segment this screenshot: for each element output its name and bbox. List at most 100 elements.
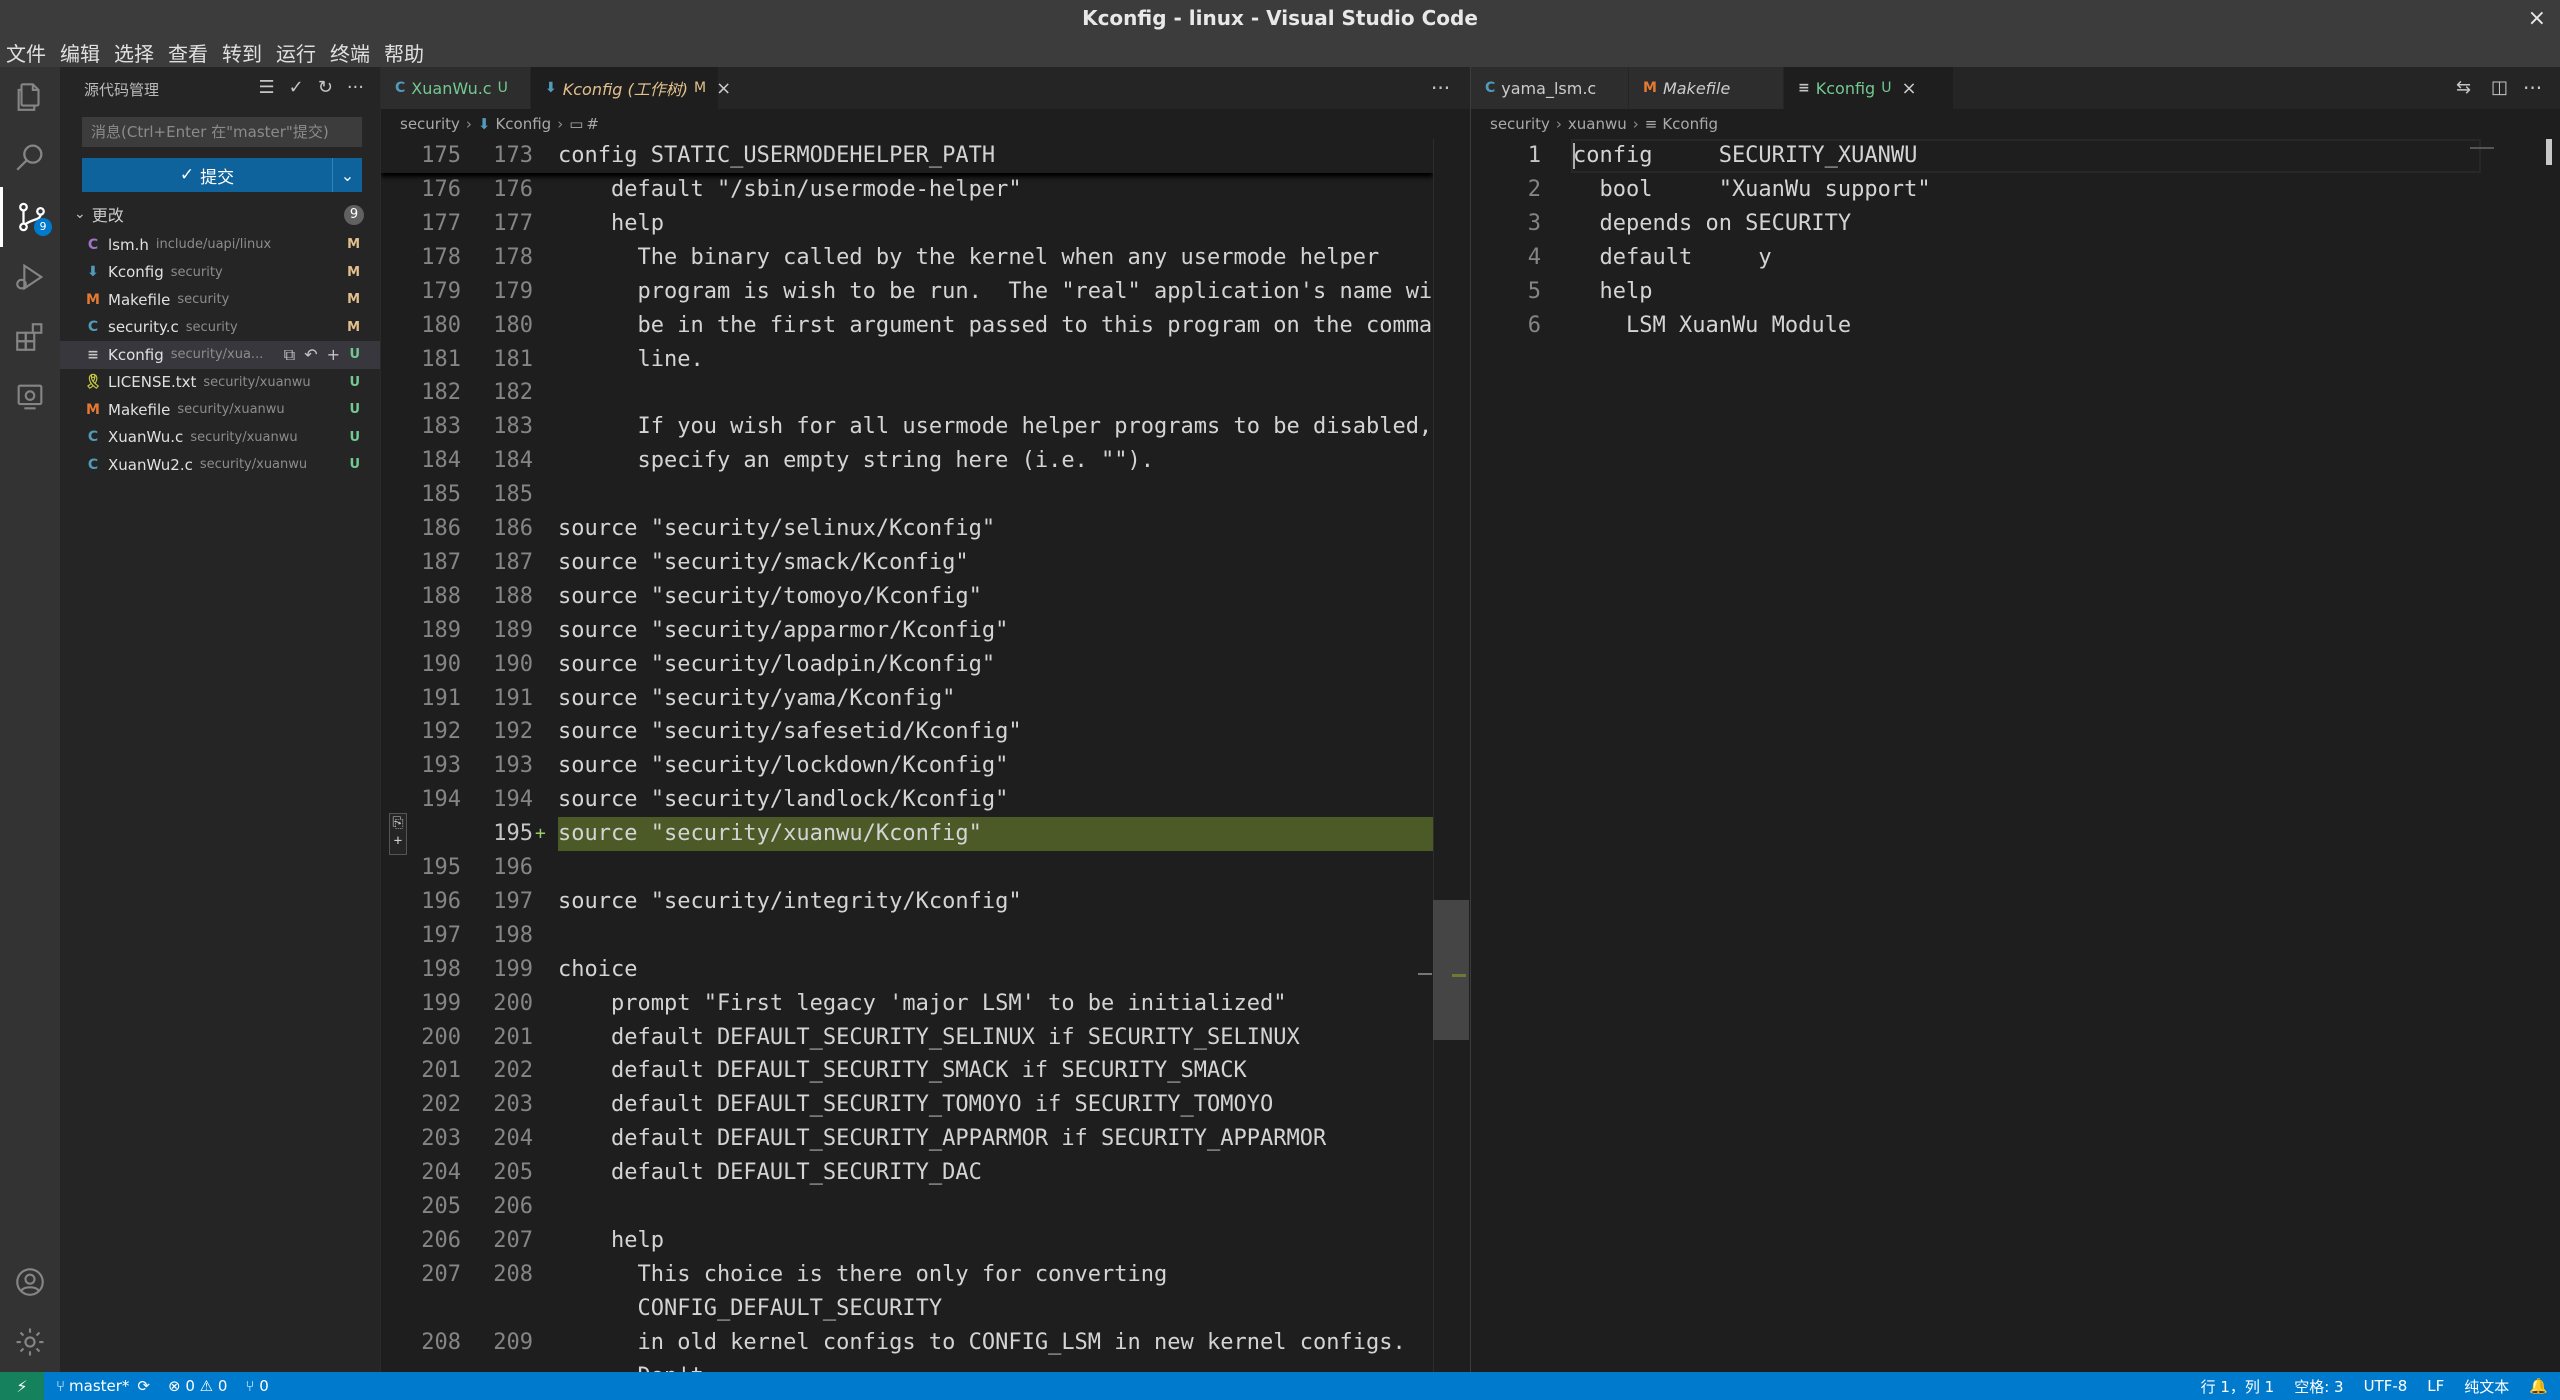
list-item[interactable]: M Makefile security/xuanwu U (60, 396, 380, 424)
commit-check-icon[interactable]: ✓ (289, 77, 304, 98)
cursor-position[interactable]: 行 1，列 1 (2201, 1376, 2275, 1397)
search-icon[interactable] (0, 127, 60, 187)
commit-button-group: ✓ 提交 ⌄ (82, 158, 362, 192)
account-icon[interactable] (0, 1252, 60, 1312)
eol-status[interactable]: LF (2427, 1377, 2444, 1395)
editor-tab[interactable]: C XuanWu.c U (381, 67, 531, 109)
open-file-icon[interactable]: ⧉ (284, 345, 295, 365)
more-actions-icon[interactable]: ··· (1431, 67, 1450, 109)
explorer-icon[interactable] (0, 67, 60, 127)
scrollbar-thumb[interactable] (1433, 900, 1469, 1040)
code-text: help (1573, 278, 1653, 304)
menu-terminal[interactable]: 终端 (330, 38, 370, 67)
editor-tab[interactable]: ≡ Kconfig U × (1784, 67, 1954, 109)
editor-tab[interactable]: ⬇ Kconfig (工作树) M × (531, 67, 731, 109)
ports-status[interactable]: ⑂ 0 (245, 1377, 268, 1395)
line-number-modified: 189 (493, 617, 533, 643)
refresh-icon[interactable]: ↻ (318, 77, 333, 98)
tab-label: yama_lsm.c (1501, 78, 1597, 98)
file-name: security.c (108, 318, 179, 337)
menu-help[interactable]: 帮助 (384, 38, 424, 67)
list-item[interactable]: Clsm.h include/uapi/linux M (60, 231, 380, 259)
close-icon[interactable]: × (1901, 78, 1916, 99)
kconfig-file-icon: ⬇ (477, 115, 491, 133)
run-debug-icon[interactable] (0, 247, 60, 307)
branch-status[interactable]: master* (69, 1377, 129, 1395)
line-number-modified: 193 (493, 753, 533, 779)
code-line: 185 185 (381, 478, 1433, 512)
code-text: specify an empty string here (i.e. ""). (558, 448, 1155, 474)
language-mode[interactable]: 纯文本 (2464, 1376, 2509, 1397)
source-control-badge: 9 (34, 218, 52, 236)
commit-message-input[interactable] (82, 117, 362, 147)
discard-changes-icon[interactable]: ↶ (304, 345, 317, 365)
menu-run[interactable]: 运行 (276, 38, 316, 67)
extensions-icon[interactable] (0, 307, 60, 367)
menu-edit[interactable]: 编辑 (60, 38, 100, 67)
line-number-modified: 197 (493, 888, 533, 914)
list-item[interactable]: C XuanWu2.c security/xuanwu U (60, 451, 380, 479)
breadcrumb-item[interactable]: security (1490, 115, 1550, 133)
window-close-button[interactable]: × (2528, 0, 2546, 37)
breadcrumb-item[interactable]: Kconfig (495, 115, 551, 133)
code-text: help (558, 210, 664, 236)
scrollbar-thumb[interactable] (2546, 139, 2552, 165)
more-actions-icon[interactable]: ··· (347, 77, 364, 98)
notifications-bell-icon[interactable]: 🔔 (2529, 1377, 2548, 1395)
view-as-tree-icon[interactable]: ☰ (259, 77, 275, 98)
code-text: The binary called by the kernel when any… (558, 244, 1380, 270)
menu-view[interactable]: 查看 (168, 38, 208, 67)
line-number-modified: 191 (493, 685, 533, 711)
list-item[interactable]: ≡ Kconfig security/xua... ⧉ ↶ + U (60, 341, 380, 369)
list-item[interactable]: ⬇ Kconfig security M (60, 259, 380, 287)
source-control-icon[interactable]: 9 (0, 187, 60, 247)
code-line: Don't (381, 1360, 1433, 1373)
commit-dropdown-button[interactable]: ⌄ (332, 158, 362, 192)
line-number-original: 183 (421, 414, 461, 440)
minimap[interactable] (2470, 137, 2494, 149)
inline-diff-actions[interactable]: ⎘ + (389, 813, 407, 856)
text-editor[interactable]: 1 config SECURITY_XUANWU 2 bool "XuanWu su… (1471, 139, 2544, 1372)
remote-explorer-icon[interactable] (0, 367, 60, 427)
menu-go[interactable]: 转到 (222, 38, 262, 67)
more-actions-icon[interactable]: ··· (2523, 67, 2542, 109)
breadcrumb-item[interactable]: Kconfig (1662, 115, 1718, 133)
menu-selection[interactable]: 选择 (114, 38, 154, 67)
file-status-badge: U (349, 347, 360, 363)
line-number-modified: 199 (493, 956, 533, 982)
code-text: source "security/smack/Kconfig" (558, 549, 969, 575)
commit-button[interactable]: ✓ 提交 (82, 158, 332, 192)
file-name: XuanWu2.c (108, 455, 193, 474)
diff-overview-ruler[interactable] (1433, 139, 1467, 1372)
indentation-status[interactable]: 空格: 3 (2294, 1376, 2343, 1397)
editor-tab[interactable]: Cyama_lsm.c (1471, 67, 1629, 109)
list-item[interactable]: M Makefile security M (60, 286, 380, 314)
stage-changes-icon[interactable]: + (327, 345, 340, 365)
line-number-original: 191 (421, 685, 461, 711)
menu-file[interactable]: 文件 (6, 38, 46, 67)
code-line: 6 LSM XuanWu Module (1471, 309, 2544, 343)
breadcrumb-item[interactable]: xuanwu (1568, 115, 1627, 133)
encoding-status[interactable]: UTF-8 (2364, 1377, 2408, 1395)
diff-editor[interactable]: 175 173 config STATIC_USERMODEHELPER_PATH 1… (381, 139, 1433, 1372)
code-line: 201 202 default DEFAULT_SECURITY_SMACK if… (381, 1054, 1433, 1088)
editor-tab[interactable]: M Makefile (1629, 67, 1784, 109)
list-item[interactable]: 🎗 LICENSE.txt security/xuanwu U (60, 369, 380, 397)
manage-gear-icon[interactable] (0, 1312, 60, 1372)
breadcrumb-item[interactable]: security (400, 115, 460, 133)
split-editor-icon[interactable]: ◫ (2491, 67, 2508, 109)
breadcrumb-item[interactable]: # (586, 115, 599, 133)
code-line: 200 201 default DEFAULT_SECURITY_SELINUX … (381, 1021, 1433, 1055)
line-number-modified: 207 (493, 1227, 533, 1253)
close-icon[interactable]: × (716, 78, 731, 99)
sync-icon[interactable]: ⟳ (137, 1377, 150, 1395)
line-number-modified: 182 (493, 380, 533, 406)
file-status-badge: M (347, 264, 360, 280)
open-changes-icon[interactable]: ⇆ (2456, 67, 2471, 109)
changes-section-header[interactable]: ⌄ 更改 9 (60, 200, 380, 228)
problems-status[interactable]: ⊗ 0 ⚠ 0 (168, 1377, 227, 1395)
line-number-original: 199 (421, 990, 461, 1016)
list-item[interactable]: C XuanWu.c security/xuanwu U (60, 424, 380, 452)
remote-indicator[interactable]: ⚡ (0, 1372, 44, 1400)
list-item[interactable]: Csecurity.c security M (60, 314, 380, 342)
